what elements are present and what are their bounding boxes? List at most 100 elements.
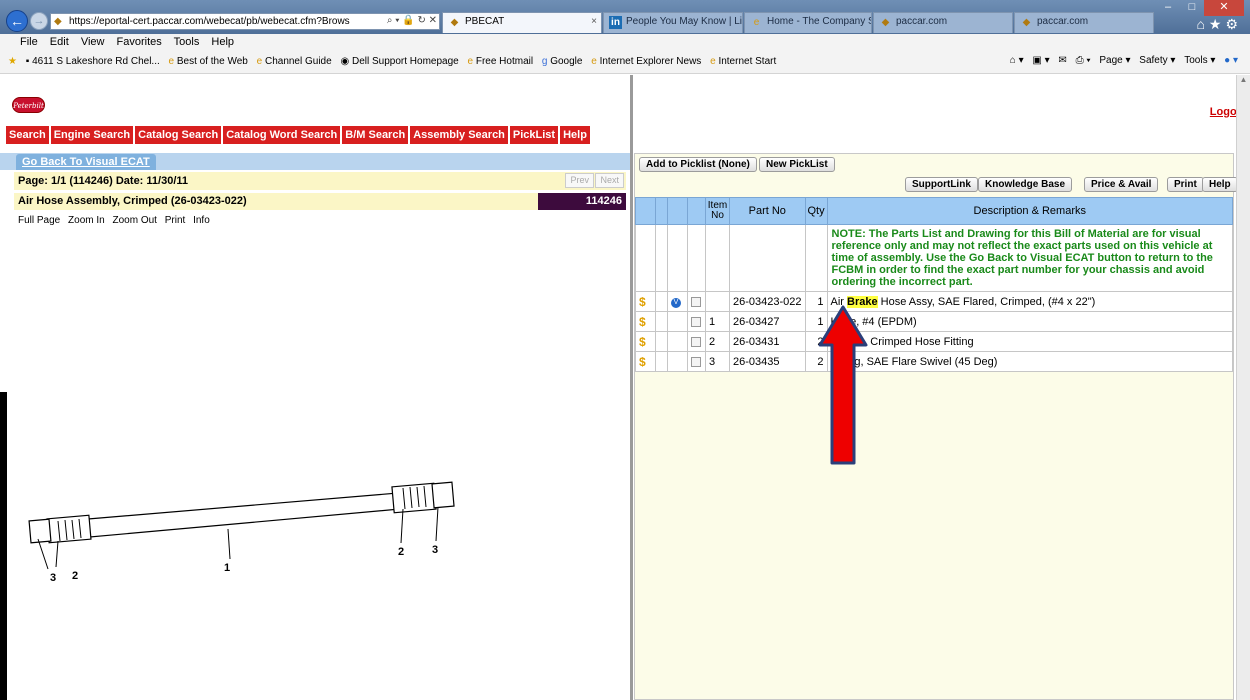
- row-checkbox[interactable]: [691, 316, 701, 327]
- mail-icon[interactable]: ✉: [1058, 55, 1066, 66]
- price-icon[interactable]: $: [639, 315, 646, 329]
- add-to-picklist-button[interactable]: Add to Picklist (None): [639, 157, 757, 172]
- supportlink-button[interactable]: SupportLink: [905, 177, 978, 192]
- description: Sleeve, Crimped Hose Fitting: [826, 331, 1234, 352]
- price-avail-button[interactable]: Price & Avail: [1084, 177, 1159, 192]
- favorite-link[interactable]: ▪ 4611 S Lakeshore Rd Chel...: [26, 56, 160, 67]
- help-button[interactable]: Help: [1202, 177, 1238, 192]
- panel-divider[interactable]: [630, 75, 633, 700]
- home-icon[interactable]: ⌂ ▾: [1010, 55, 1024, 66]
- description: Air Brake Hose Assy, SAE Flared, Crimped…: [826, 291, 1234, 312]
- address-actions[interactable]: ⌕ ▾ 🔒 ↻ ✕: [387, 15, 437, 26]
- menu-favorites[interactable]: Favorites: [117, 36, 162, 48]
- price-icon[interactable]: $: [639, 355, 646, 369]
- row-checkbox[interactable]: [691, 296, 701, 307]
- print-button[interactable]: Print: [1167, 177, 1204, 192]
- red-up-arrow-annotation: [818, 305, 868, 465]
- address-bar[interactable]: ◆ https://eportal-cert.paccar.com/webeca…: [50, 13, 440, 30]
- knowledge-base-button[interactable]: Knowledge Base: [978, 177, 1073, 192]
- row-checkbox[interactable]: [691, 356, 701, 367]
- favorite-link[interactable]: g Google: [542, 56, 583, 67]
- main-nav: Search Engine Search Catalog Search Cata…: [6, 126, 592, 144]
- favorite-link[interactable]: e Internet Explorer News: [591, 56, 701, 67]
- col-description: Description & Remarks: [826, 197, 1234, 225]
- nav-picklist[interactable]: PickList: [509, 126, 559, 144]
- info-link[interactable]: Info: [193, 215, 210, 226]
- callout-1: 1: [224, 562, 230, 574]
- safety-menu[interactable]: Safety ▾: [1139, 55, 1175, 66]
- favorite-link[interactable]: e Internet Start: [710, 56, 776, 67]
- next-button[interactable]: Next: [595, 173, 624, 188]
- nav-catalog-search[interactable]: Catalog Search: [135, 126, 222, 144]
- menu-view[interactable]: View: [81, 36, 105, 48]
- view-icon[interactable]: V: [671, 298, 681, 308]
- tab-label: paccar.com: [896, 16, 948, 27]
- row-checkbox[interactable]: [691, 336, 701, 347]
- nav-catalog-word-search[interactable]: Catalog Word Search: [223, 126, 341, 144]
- browser-toolbar-icons[interactable]: ⌂★⚙: [1196, 16, 1242, 33]
- favorites-star-icon[interactable]: ★: [8, 56, 17, 67]
- window-edge: [0, 392, 7, 700]
- address-url: https://eportal-cert.paccar.com/webecat/…: [69, 16, 350, 27]
- favorite-label: Dell Support Homepage: [351, 56, 459, 67]
- help-icon[interactable]: ● ▾: [1224, 55, 1238, 66]
- close-window-button[interactable]: ✕: [1204, 0, 1244, 16]
- favorite-link[interactable]: e Best of the Web: [169, 56, 248, 67]
- item-no: 1: [705, 311, 730, 332]
- left-sleeve: [46, 514, 92, 544]
- part-no: 26-03431: [729, 331, 806, 352]
- col-item-no: Item No: [705, 197, 730, 225]
- print-icon[interactable]: ⎙ ▾: [1076, 55, 1091, 66]
- menu-edit[interactable]: Edit: [50, 36, 69, 48]
- print-link[interactable]: Print: [165, 215, 186, 226]
- favorite-link[interactable]: e Channel Guide: [257, 56, 332, 67]
- price-icon[interactable]: $: [639, 295, 646, 309]
- tab-close-icon[interactable]: ×: [591, 16, 597, 27]
- site-favicon-icon: ◆: [1022, 17, 1031, 28]
- tab-label: Home - The Company Store: [767, 16, 871, 27]
- page-menu[interactable]: Page ▾: [1099, 55, 1130, 66]
- minimize-button[interactable]: –: [1156, 0, 1180, 16]
- drawing-panel: Go Back To Visual ECAT Page: 1/1 (114246…: [0, 153, 630, 700]
- go-back-bar: Go Back To Visual ECAT: [0, 153, 630, 170]
- tab-company-store[interactable]: e Home - The Company Store: [744, 12, 872, 33]
- peterbilt-logo[interactable]: Peterbilt: [12, 97, 45, 113]
- nav-bm-search[interactable]: B/M Search: [342, 126, 409, 144]
- assembly-title-row: Air Hose Assembly, Crimped (26-03423-022…: [14, 193, 626, 210]
- favorite-link[interactable]: e Free Hotmail: [468, 56, 534, 67]
- desc-text: Hose Assy, SAE Flared, Crimped, (#4 x 22…: [877, 295, 1096, 308]
- page-scrollbar[interactable]: ▲: [1236, 75, 1250, 700]
- price-icon[interactable]: $: [639, 335, 646, 349]
- menu-file[interactable]: File: [20, 36, 38, 48]
- page-info: Page: 1/1 (114246) Date: 11/30/11: [18, 175, 189, 187]
- menu-tools[interactable]: Tools: [174, 36, 200, 48]
- nav-assembly-search[interactable]: Assembly Search: [410, 126, 508, 144]
- zoom-out-link[interactable]: Zoom Out: [113, 215, 157, 226]
- menu-help[interactable]: Help: [211, 36, 234, 48]
- nav-engine-search[interactable]: Engine Search: [50, 126, 134, 144]
- tab-paccar-1[interactable]: ◆ paccar.com: [873, 12, 1013, 33]
- go-back-link[interactable]: Go Back To Visual ECAT: [16, 154, 156, 170]
- maximize-button[interactable]: □: [1180, 0, 1204, 16]
- zoom-in-link[interactable]: Zoom In: [68, 215, 105, 226]
- table-header-row: Item No Part No Qty Description & Remark…: [635, 197, 1234, 225]
- full-page-link[interactable]: Full Page: [18, 215, 60, 226]
- back-button[interactable]: ←: [6, 10, 28, 32]
- command-bar: ⌂ ▾ ▣ ▾ ✉ ⎙ ▾ Page ▾ Safety ▾ Tools ▾ ● …: [1004, 55, 1238, 66]
- site-favicon-icon: ◆: [881, 17, 890, 28]
- part-no: 26-03435: [729, 351, 806, 372]
- tab-pbecat[interactable]: ◆ PBECAT ×: [442, 12, 602, 33]
- part-no: 26-03423-022: [729, 291, 806, 312]
- tab-linkedin[interactable]: in People You May Know | Link...: [603, 12, 743, 33]
- scroll-up-icon[interactable]: ▲: [1237, 75, 1250, 89]
- favorite-label: Internet Explorer News: [599, 56, 702, 67]
- tools-menu[interactable]: Tools ▾: [1184, 55, 1215, 66]
- new-picklist-button[interactable]: New PickList: [759, 157, 835, 172]
- nav-search[interactable]: Search: [6, 126, 49, 144]
- nav-help[interactable]: Help: [560, 126, 590, 144]
- favorite-link[interactable]: ◉ Dell Support Homepage: [340, 56, 458, 67]
- feeds-icon[interactable]: ▣ ▾: [1032, 55, 1049, 66]
- prev-button[interactable]: Prev: [565, 173, 594, 188]
- forward-button[interactable]: →: [30, 12, 48, 30]
- tab-paccar-2[interactable]: ◆ paccar.com: [1014, 12, 1154, 33]
